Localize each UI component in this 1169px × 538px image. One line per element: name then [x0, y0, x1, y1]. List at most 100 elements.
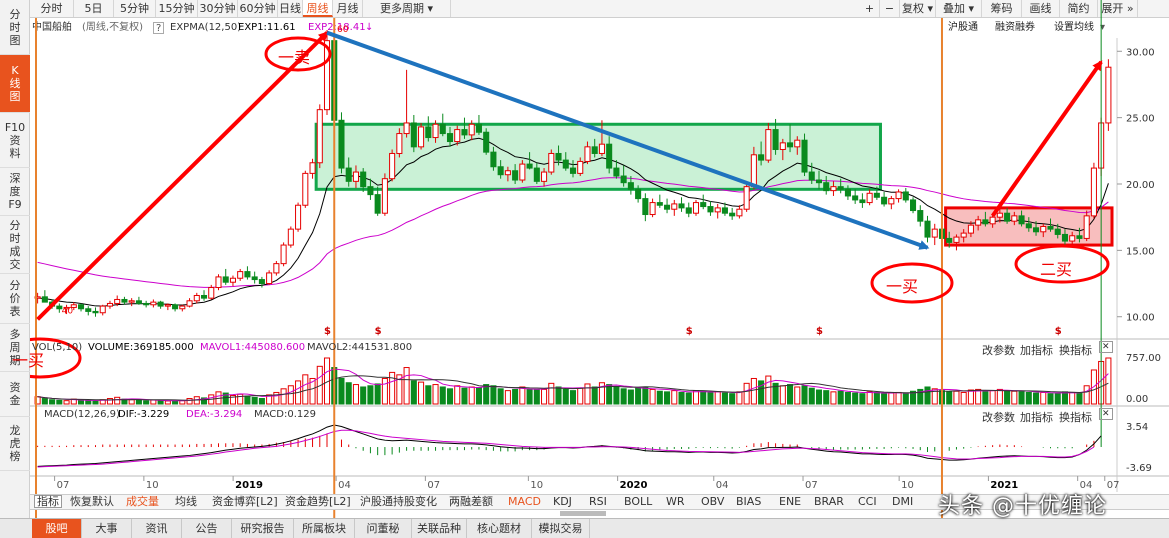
candle: [338, 112, 345, 174]
bottom-tab-1[interactable]: 大事: [82, 519, 132, 538]
low-price-label: 40: [62, 306, 74, 316]
volume-bar: [258, 398, 265, 405]
candle-body: [758, 154, 765, 161]
volume-bar: [794, 386, 801, 405]
indicator-13[interactable]: OBV: [701, 495, 724, 509]
indicator-8[interactable]: MACD: [508, 495, 541, 509]
indicator-4[interactable]: 资金博弈[L2]: [212, 495, 278, 509]
bottom-tab-6[interactable]: 问董秘: [355, 519, 412, 538]
event-marker[interactable]: $: [1055, 326, 1062, 337]
volume-bar: [454, 385, 461, 405]
bottom-tab-2[interactable]: 资讯: [132, 519, 182, 538]
candle: [200, 290, 208, 301]
volume-bar: [801, 385, 808, 405]
candle-body: [150, 301, 157, 306]
event-marker[interactable]: $: [686, 326, 693, 337]
candle-body: [700, 202, 707, 208]
volume-bar: [982, 390, 989, 405]
candle-body: [765, 129, 772, 161]
indicator-0[interactable]: 指标: [34, 495, 62, 508]
macd-switch-indicator-button[interactable]: 换指标: [1059, 409, 1092, 425]
candle: [302, 170, 309, 208]
indicator-17[interactable]: CCI: [858, 495, 877, 509]
candle-body: [787, 142, 794, 148]
nav-item-7[interactable]: 资金: [0, 372, 30, 417]
volume-bar: [143, 400, 150, 405]
macd-close-icon[interactable]: ✕: [1099, 408, 1113, 420]
candle-body: [157, 301, 164, 307]
vol-close-icon[interactable]: ✕: [1099, 341, 1113, 353]
event-marker[interactable]: $: [375, 326, 382, 337]
candle-body: [1033, 227, 1040, 233]
bottom-tab-9[interactable]: 模拟交易: [532, 519, 590, 538]
vol-add-indicator-button[interactable]: 加指标: [1020, 342, 1053, 358]
indicator-2[interactable]: 成交量: [126, 495, 159, 509]
bottom-tab-7[interactable]: 关联品种: [412, 519, 467, 538]
nav-item-3[interactable]: 深度F9: [0, 168, 30, 216]
bottom-tab-3[interactable]: 公告: [182, 519, 232, 538]
indicator-11[interactable]: BOLL: [624, 495, 652, 509]
indicator-16[interactable]: BRAR: [814, 495, 844, 509]
volume-bar: [497, 388, 504, 405]
volume-bar: [410, 380, 417, 405]
bottom-tab-8[interactable]: 核心题材: [467, 519, 532, 538]
volume-bar: [989, 390, 996, 405]
macd-edit-params-button[interactable]: 改参数: [982, 409, 1015, 425]
volume-bar: [106, 398, 113, 405]
chart-area[interactable]: 30.00 25.00 20.00 15.00 10.00 757.00 0.00 3.54 -…: [30, 0, 1169, 518]
indicator-3[interactable]: 均线: [175, 495, 197, 509]
volume-bar: [881, 393, 888, 405]
candle-body: [866, 192, 873, 204]
candle-body: [193, 294, 200, 302]
indicator-15[interactable]: ENE: [779, 495, 801, 509]
time-tick-label: 10: [901, 480, 914, 491]
volume-bar: [620, 388, 627, 405]
candle-body: [635, 188, 642, 200]
volume-bar: [743, 382, 750, 405]
time-tick-label: 07: [427, 480, 440, 491]
nav-item-1[interactable]: K线图: [0, 55, 30, 113]
candle-body: [823, 182, 830, 192]
candle: [910, 197, 917, 214]
candle: [128, 298, 135, 307]
macd-add-indicator-button[interactable]: 加指标: [1020, 409, 1053, 425]
event-marker[interactable]: $: [816, 326, 823, 337]
chart-scrollbar[interactable]: [560, 511, 606, 516]
price-tick-label: 10.00: [1126, 313, 1155, 324]
candle: [381, 173, 388, 216]
nav-item-4[interactable]: 分时成交: [0, 216, 30, 274]
time-tick-label: 10: [146, 480, 159, 491]
indicator-9[interactable]: KDJ: [553, 495, 572, 509]
nav-item-5[interactable]: 分价表: [0, 274, 30, 324]
volume-bar: [418, 381, 425, 405]
volume-bar: [1054, 392, 1061, 405]
volume-bar: [569, 390, 577, 405]
indicator-10[interactable]: RSI: [589, 495, 607, 509]
bottom-tab-0[interactable]: 股吧: [32, 519, 82, 538]
indicator-5[interactable]: 资金趋势[L2]: [285, 495, 351, 509]
candle-body: [707, 206, 714, 213]
indicator-1[interactable]: 恢复默认: [70, 495, 114, 509]
candle: [866, 189, 873, 206]
event-marker[interactable]: $: [324, 326, 331, 337]
candle: [222, 268, 229, 285]
volume-bar: [1040, 391, 1047, 405]
bottom-tab-5[interactable]: 所属板块: [294, 519, 355, 538]
candle-body: [881, 196, 888, 205]
candle-body: [562, 159, 569, 169]
indicator-18[interactable]: DMI: [892, 495, 913, 509]
indicator-12[interactable]: WR: [666, 495, 685, 509]
bottom-tab-4[interactable]: 研究报告: [232, 519, 294, 538]
indicator-14[interactable]: BIAS: [736, 495, 761, 509]
indicator-7[interactable]: 两融差额: [449, 495, 493, 509]
vol-switch-indicator-button[interactable]: 换指标: [1059, 342, 1092, 358]
nav-item-0[interactable]: 分时图: [0, 0, 30, 55]
volume-bar: [815, 389, 823, 405]
annotation-first-sell: 一卖: [278, 48, 311, 67]
nav-item-8[interactable]: 龙虎榜: [0, 417, 30, 471]
indicator-6[interactable]: 沪股通持股变化: [360, 495, 437, 509]
vol-edit-params-button[interactable]: 改参数: [982, 342, 1015, 358]
price-axis: 30.00 25.00 20.00 15.00 10.00: [1117, 47, 1155, 324]
candle-body: [729, 212, 736, 217]
nav-item-2[interactable]: F10资料: [0, 113, 30, 168]
